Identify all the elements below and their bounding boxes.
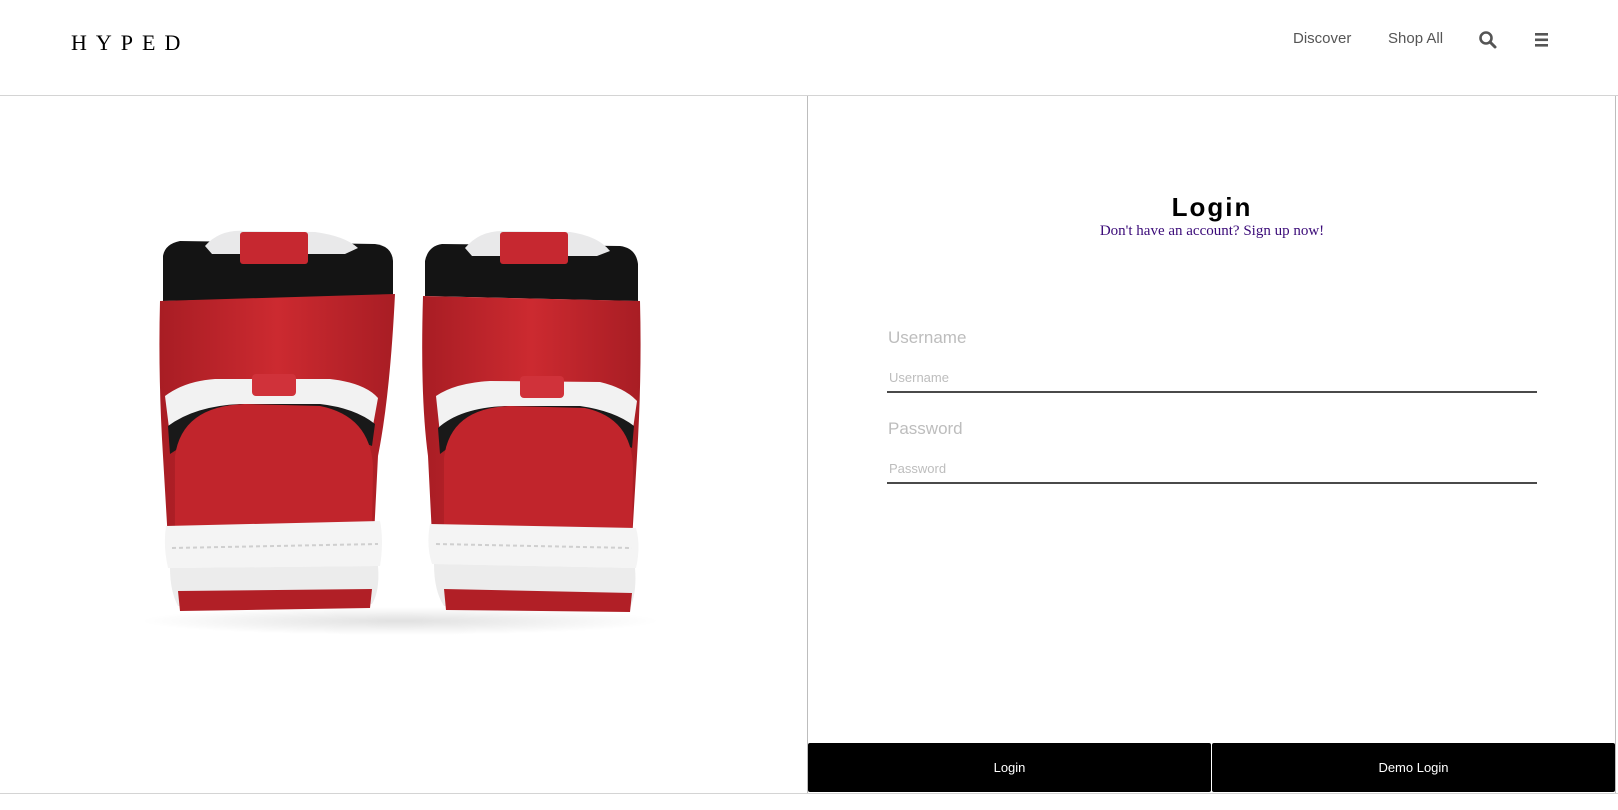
hamburger-menu-icon[interactable]	[1531, 29, 1553, 51]
login-panel: Login Don't have an account? Sign up now…	[808, 96, 1616, 793]
password-label: Password	[888, 419, 963, 438]
username-label: Username	[888, 328, 967, 347]
demo-login-button[interactable]: Demo Login	[1212, 743, 1615, 792]
nav-shop-all-link[interactable]: Shop All	[1388, 30, 1443, 47]
username-input[interactable]	[887, 363, 1537, 393]
sneakers-image	[140, 230, 660, 635]
signup-link[interactable]: Don't have an account? Sign up now!	[808, 223, 1616, 240]
search-icon[interactable]	[1477, 29, 1499, 51]
login-button[interactable]: Login	[808, 743, 1211, 792]
brand-logo[interactable]: HYPED	[71, 30, 189, 56]
login-title: Login	[1171, 192, 1253, 222]
nav-discover-link[interactable]: Discover	[1293, 30, 1351, 47]
footer-divider	[0, 793, 1618, 794]
navbar: HYPED Discover Shop All	[0, 0, 1618, 96]
hero-image-panel	[0, 96, 808, 793]
password-input[interactable]	[887, 454, 1537, 484]
